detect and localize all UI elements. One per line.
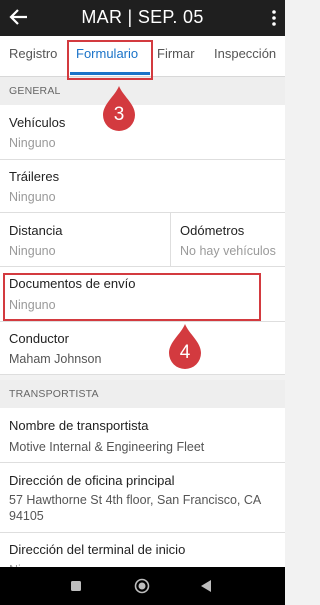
page-title: MAR | SEP. 05 [81,7,204,27]
tab-registro[interactable]: Registro [9,46,57,61]
field-value: Ninguno [9,190,56,204]
field-label: Vehículos [9,115,66,130]
field-driver[interactable]: Conductor Maham Johnson [0,322,285,375]
callout-marker-4: 4 [167,322,203,370]
nav-square-icon[interactable] [70,580,82,592]
tab-firmar[interactable]: Firmar [157,46,195,61]
highlight-box-shipping-documents [3,273,261,321]
nav-back-icon[interactable] [200,579,212,593]
field-value: Ninguno [9,136,56,150]
more-vertical-icon[interactable] [271,9,277,27]
field-label: Odómetros [180,223,245,238]
callout-marker-3: 3 [101,84,137,132]
field-value: Maham Johnson [9,352,102,366]
section-header-general: GENERAL [0,77,285,105]
field-vehicles[interactable]: Vehículos Ninguno [0,105,285,160]
field-distance[interactable]: Distancia Ninguno [0,213,170,266]
field-label: Dirección del terminal de inicio [9,542,186,557]
tab-inspeccion[interactable]: Inspección [214,46,276,61]
field-label: Dirección de oficina principal [9,473,175,488]
field-value-line2: 94105 [9,509,44,523]
field-label: Tráileres [9,169,60,184]
field-main-office-address[interactable]: Dirección de oficina principal 57 Hawtho… [0,463,285,533]
app-bar: MAR | SEP. 05 [0,0,285,36]
field-carrier-name[interactable]: Nombre de transportista Motive Internal … [0,408,285,463]
field-label: Nombre de transportista [9,418,149,433]
field-row-distance-odometers: Distancia Ninguno Odómetros No hay vehíc… [0,213,285,267]
field-odometers[interactable]: Odómetros No hay vehículos [171,213,285,266]
field-trailers[interactable]: Tráileres Ninguno [0,160,285,213]
field-value: Ninguno [9,244,56,258]
field-value: No hay vehículos [180,244,276,258]
highlight-box-tab [67,40,153,80]
field-value-line1: 57 Hawthorne St 4th floor, San Francisco… [9,493,262,507]
nav-circle-icon[interactable] [134,578,150,594]
field-value: Motive Internal & Engineering Fleet [9,440,205,454]
field-label: Conductor [9,331,69,346]
field-label: Distancia [9,223,63,238]
system-nav-bar [0,567,285,605]
section-header-carrier: TRANSPORTISTA [0,380,285,408]
